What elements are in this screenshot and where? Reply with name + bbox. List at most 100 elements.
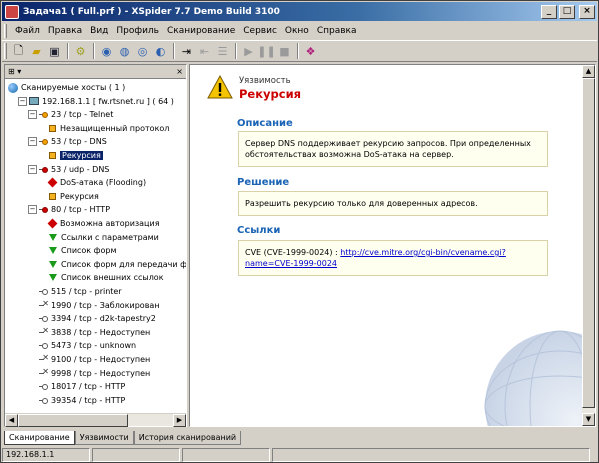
step-list-icon[interactable]: ☰ <box>214 43 231 60</box>
menu-scan[interactable]: Сканирование <box>163 26 239 36</box>
tree-expander-icon[interactable]: − <box>28 110 37 120</box>
tree-node-p515[interactable]: 515 / tcp - printer <box>28 285 122 298</box>
tree-node-p80c[interactable]: Список форм <box>38 244 117 257</box>
scroll-left-icon[interactable]: ◀ <box>5 414 18 427</box>
host-search-icon[interactable]: ◎ <box>134 43 151 60</box>
tree-node-label: 18017 / tcp - HTTP <box>51 382 126 392</box>
new-document-icon[interactable]: 🗋 <box>10 43 27 60</box>
minimize-button[interactable]: _ <box>541 4 557 19</box>
tree-node-p80e[interactable]: Список внешних ссылок <box>38 271 164 284</box>
port-blocked-icon <box>39 326 49 337</box>
scroll-right-icon[interactable]: ▶ <box>173 414 186 427</box>
menu-grip[interactable] <box>4 23 7 38</box>
scroll-thumb[interactable] <box>18 414 128 427</box>
tree-node-p3838[interactable]: 3838 / tcp - Недоступен <box>28 326 150 339</box>
port-icon <box>39 314 48 323</box>
tree-node-p5473[interactable]: 5473 / tcp - unknown <box>28 339 136 352</box>
tree-node-host[interactable]: − 192.168.1.1 [ fw.rtsnet.ru ] ( 64 ) <box>18 95 174 108</box>
menu-file[interactable]: Файл <box>11 26 44 36</box>
hosts-tree[interactable]: Сканируемые хосты ( 1 ) −192.168.1.1 [ fw… <box>5 80 186 413</box>
scroll-up-icon[interactable]: ▲ <box>582 65 595 78</box>
close-button[interactable]: × <box>579 4 595 19</box>
title-bar[interactable]: Задача1 ( Full.prf ) - XSpider 7.7 Demo … <box>2 2 597 21</box>
tree-node-p80b[interactable]: Ссылки с параметрами <box>38 231 159 244</box>
hosts-tree-pane: ⊞ ▾ × Сканируемые хосты ( 1 ) −192.168.1.… <box>4 64 187 427</box>
info-icon <box>49 247 57 255</box>
tree-node-label: 3838 / tcp - Недоступен <box>51 327 151 337</box>
tree-node-p39354[interactable]: 39354 / tcp - HTTP <box>28 394 125 407</box>
tree-node-root[interactable]: Сканируемые хосты ( 1 ) <box>8 81 125 94</box>
tree-expander-icon[interactable]: − <box>18 96 27 106</box>
tree-node-p53ta[interactable]: Рекурсия <box>38 149 103 162</box>
pane-close-icon[interactable]: × <box>176 67 183 76</box>
tree-node-p80d[interactable]: Список форм для передачи фа <box>38 258 186 271</box>
tree-node-p80a[interactable]: Возможна авторизация <box>38 217 160 230</box>
toolbar: 🗋 ▰ ▣ ⚙ ◉ ◍ ◎ ◐ ⇥ ⇤ ☰ ▶ ❚❚ ■ ❖ <box>2 40 597 62</box>
step-icon[interactable]: ⇥ <box>178 43 195 60</box>
tab-scan-history[interactable]: История сканирований <box>133 431 242 445</box>
tree-node-p3394[interactable]: 3394 / tcp - d2k-tapestry2 <box>28 312 156 325</box>
toolbar-grip[interactable] <box>4 43 7 59</box>
status-cell <box>272 448 590 462</box>
tree-expander-icon[interactable]: − <box>28 164 37 174</box>
stop-icon[interactable]: ■ <box>276 43 293 60</box>
tree-node-label: Незащищенный протокол <box>60 123 170 133</box>
menu-edit[interactable]: Правка <box>44 26 86 36</box>
tree-node-p53ua[interactable]: DoS-атака (Flooding) <box>38 176 146 189</box>
scan-hosts-icon[interactable]: ⚙ <box>72 43 89 60</box>
detail-vertical-scrollbar[interactable]: ▲ ▼ <box>582 65 595 426</box>
tree-expander-icon[interactable]: − <box>28 137 37 147</box>
open-folder-icon[interactable]: ▰ <box>28 43 45 60</box>
tree-node-label: Возможна авторизация <box>60 219 160 228</box>
port-danger-icon <box>39 205 48 214</box>
step-back-icon[interactable]: ⇤ <box>196 43 213 60</box>
pause-icon[interactable]: ❚❚ <box>257 43 275 60</box>
menu-bar: Файл Правка Вид Профиль Сканирование Сер… <box>2 21 597 40</box>
add-range-icon[interactable]: ◍ <box>116 43 133 60</box>
info-icon <box>49 274 57 282</box>
tab-scanning[interactable]: Сканирование <box>4 431 75 445</box>
links-heading: Ссылки <box>237 225 281 236</box>
tree-node-p23[interactable]: − 23 / tcp - Telnet <box>28 108 113 121</box>
scroll-thumb[interactable] <box>582 78 595 408</box>
play-icon[interactable]: ▶ <box>240 43 257 60</box>
tree-view-dropdown[interactable]: ⊞ ▾ <box>8 67 21 76</box>
toolbar-separator <box>93 43 95 59</box>
menu-view[interactable]: Вид <box>86 26 112 36</box>
tree-node-p23a[interactable]: Незащищенный протокол <box>38 122 169 135</box>
tree-node-label: 3394 / tcp - d2k-tapestry2 <box>51 314 156 324</box>
save-icon[interactable]: ▣ <box>46 43 63 60</box>
tree-node-p9998[interactable]: 9998 / tcp - Недоступен <box>28 367 150 380</box>
tree-node-p53u[interactable]: − 53 / udp - DNS <box>28 163 109 176</box>
port-warning-icon <box>39 110 48 119</box>
tree-node-p80[interactable]: − 80 / tcp - HTTP <box>28 203 110 216</box>
toolbar-separator <box>173 43 175 59</box>
menu-profile[interactable]: Профиль <box>112 26 163 36</box>
tree-node-p1990[interactable]: 1990 / tcp - Заблокирован <box>28 299 160 312</box>
menu-help[interactable]: Справка <box>313 26 361 36</box>
port-danger-icon <box>39 165 48 174</box>
book-icon[interactable]: ❖ <box>302 43 319 60</box>
toolbar-separator <box>67 43 69 59</box>
tree-node-p9100[interactable]: 9100 / tcp - Недоступен <box>28 353 150 366</box>
tree-node-label: Ссылки с параметрами <box>61 232 159 242</box>
tree-node-label: Список форм для передачи фа <box>61 259 186 269</box>
tree-node-p53t[interactable]: − 53 / tcp - DNS <box>28 135 107 148</box>
high-risk-icon <box>47 177 58 188</box>
port-icon <box>39 396 48 405</box>
tree-horizontal-scrollbar[interactable]: ◀ ▶ <box>5 413 186 427</box>
app-icon[interactable] <box>5 4 19 19</box>
add-host-icon[interactable]: ◉ <box>98 43 115 60</box>
tree-expander-icon[interactable]: − <box>28 205 37 215</box>
status-bar: 192.168.1.1 <box>2 448 597 463</box>
tree-node-p53ub[interactable]: Рекурсия <box>38 190 99 203</box>
tab-vulnerabilities[interactable]: Уязвимости <box>74 431 134 445</box>
tree-node-label: Список форм <box>61 246 117 256</box>
host-config-icon[interactable]: ◐ <box>152 43 169 60</box>
scroll-down-icon[interactable]: ▼ <box>582 413 595 426</box>
tree-node-p18017[interactable]: 18017 / tcp - HTTP <box>28 380 125 393</box>
maximize-button[interactable]: □ <box>559 4 575 19</box>
network-icon <box>8 82 18 93</box>
menu-window[interactable]: Окно <box>281 26 313 36</box>
menu-service[interactable]: Сервис <box>239 26 281 36</box>
